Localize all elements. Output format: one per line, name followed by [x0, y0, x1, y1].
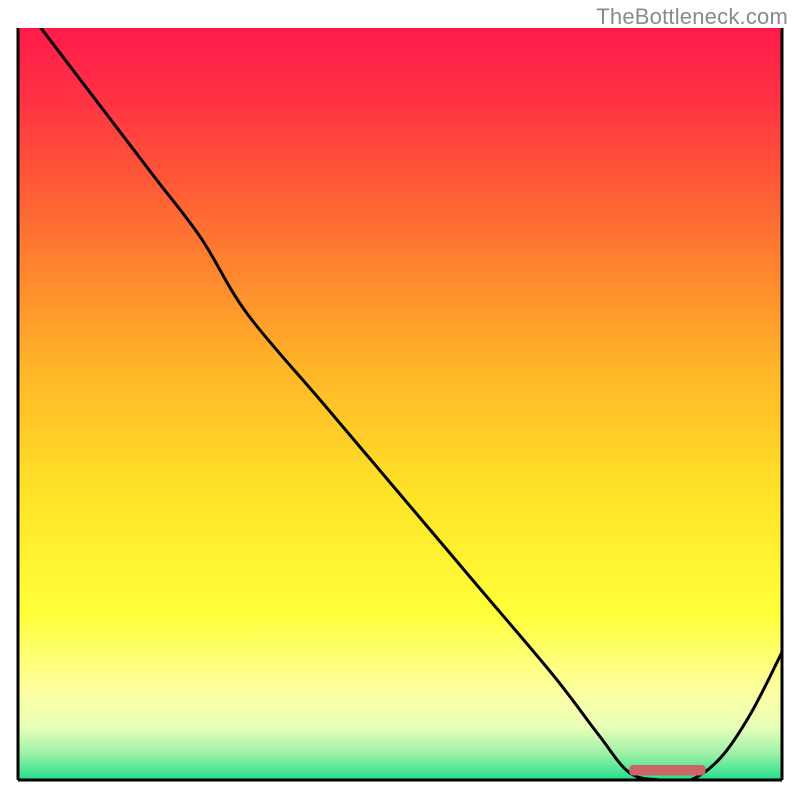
- plot-area: [18, 0, 782, 782]
- chart-stage: TheBottleneck.com: [0, 0, 800, 800]
- chart-svg: [0, 0, 800, 800]
- watermark-label: TheBottleneck.com: [596, 4, 788, 30]
- gradient-background: [18, 28, 782, 780]
- optimal-range-bar: [629, 765, 705, 776]
